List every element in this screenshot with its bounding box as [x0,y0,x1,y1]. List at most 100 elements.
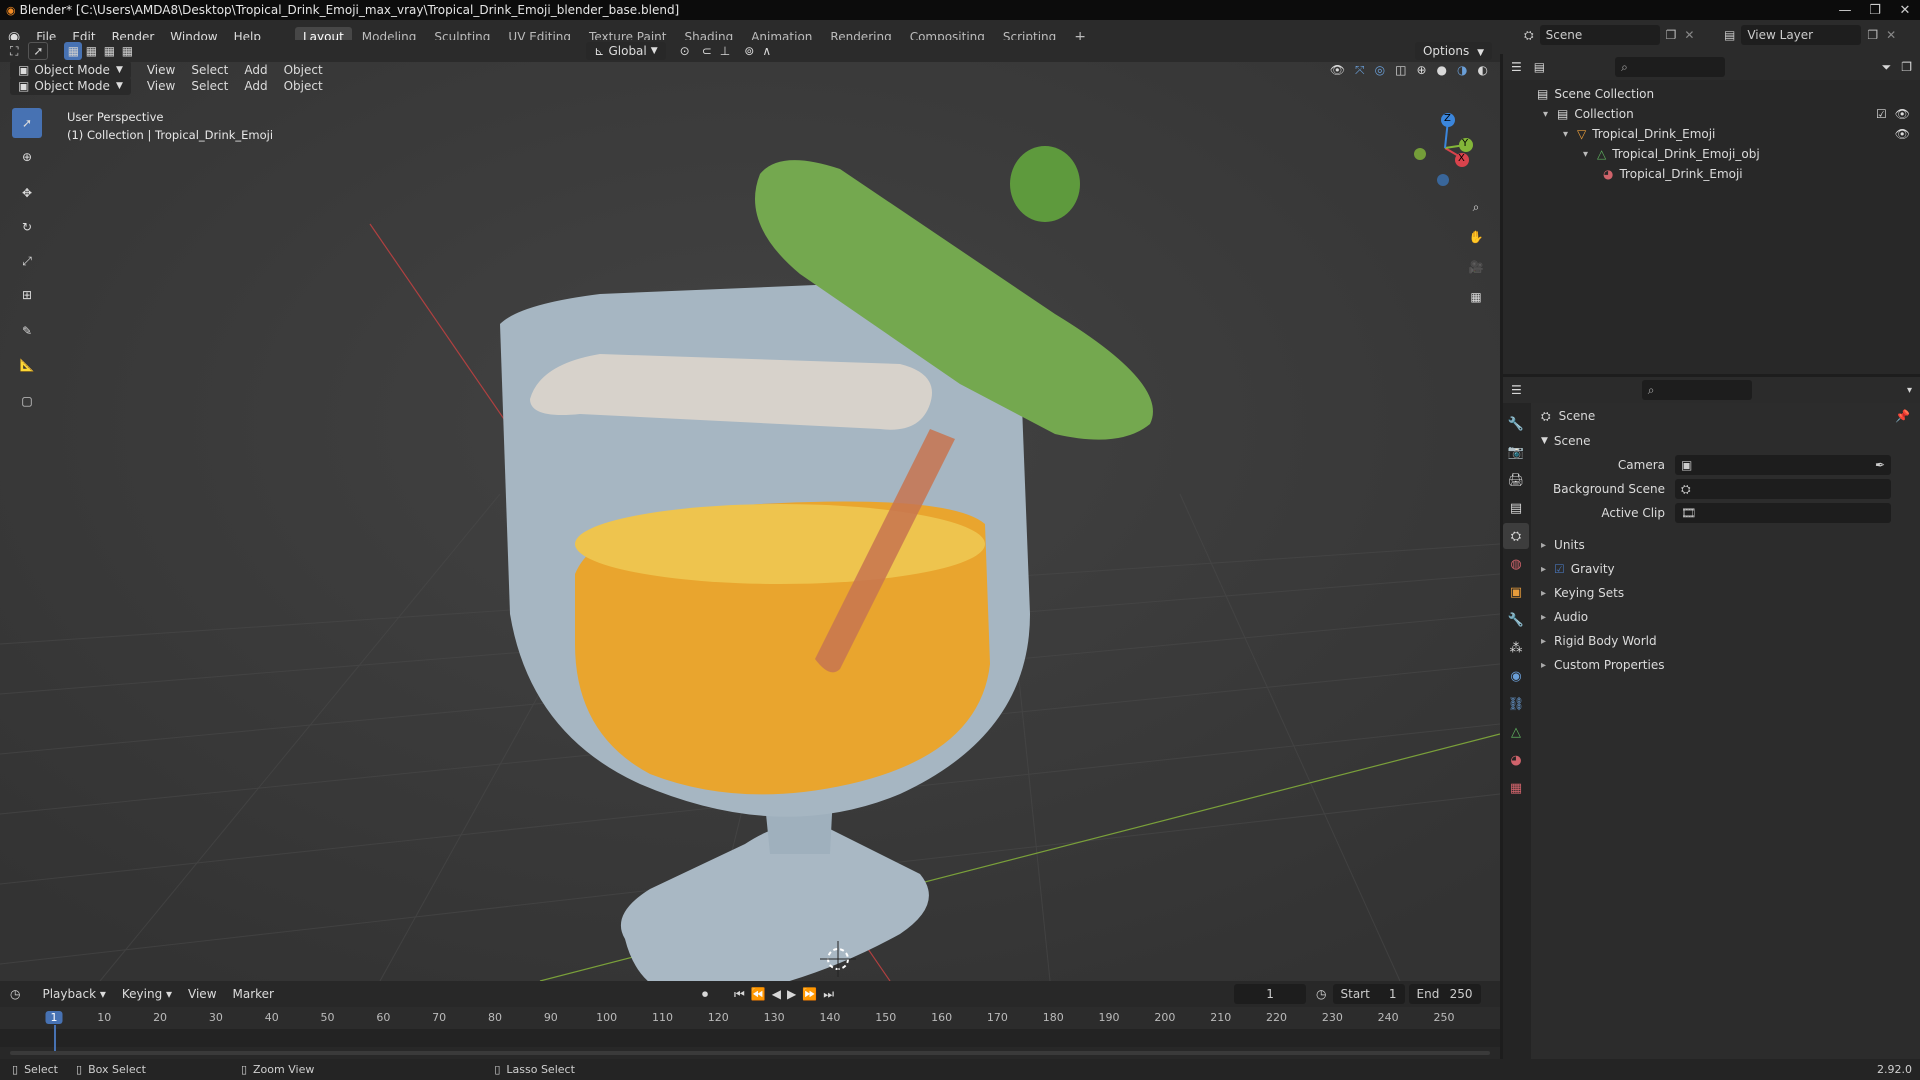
scene-selector[interactable]: ⛭ Scene ❐ ✕ [1524,24,1709,46]
falloff-icon[interactable]: ∧ [762,44,771,58]
view-layer-tab-icon[interactable]: ▤ [1503,495,1529,521]
expand-toggle-icon[interactable]: ▾ [1583,149,1597,160]
annotate-tool[interactable]: ✎ [12,316,42,346]
scale-tool[interactable]: ⤢ [12,246,42,276]
add-cube-tool[interactable]: ▢ [12,386,42,416]
timeline-view-menu[interactable]: View [180,987,224,1001]
render-tab-icon[interactable]: 📷 [1503,439,1529,465]
panel-header[interactable]: ▸ Rigid Body World [1535,629,1920,653]
select-new-icon[interactable]: ▦ [64,42,83,60]
view-layer-selector[interactable]: ▤ View Layer ❐ ✕ [1724,24,1914,46]
cursor-tool[interactable]: ⊕ [12,142,42,172]
panel-header[interactable]: ▸ Keying Sets [1535,581,1920,605]
world-tab-icon[interactable]: ◍ [1503,551,1529,577]
scene-name-field[interactable]: Scene [1539,25,1660,45]
options-dropdown[interactable]: Options ▼ [1414,42,1492,60]
select-extend-icon[interactable]: ▦ [82,42,100,60]
tool-tab-icon[interactable]: 🔧 [1503,411,1529,437]
playhead[interactable] [54,1025,56,1051]
timeline[interactable]: ◷ Playback ▾ Keying ▾ View Marker ⏺ ⏮ ⏪ … [0,981,1500,1059]
modifier-tab-icon[interactable]: 🔧 [1503,607,1529,633]
timeline-scrollbar[interactable] [10,1051,1490,1055]
properties-editor-icon[interactable]: ☰ [1511,383,1522,397]
end-frame-field[interactable]: End 250 [1408,984,1481,1004]
panel-header[interactable]: ▸ Units [1535,533,1920,557]
play-icon[interactable]: ▶ [787,987,796,1001]
select-box-tool[interactable]: ➚ [12,108,42,138]
output-tab-icon[interactable]: 🖨 [1503,467,1529,493]
view-menu[interactable]: View [139,79,183,93]
clock-preview-icon[interactable]: ◷ [1316,987,1326,1001]
editor-type-icon[interactable]: ⛶ [10,44,18,59]
physics-tab-icon[interactable]: ◉ [1503,663,1529,689]
rotate-tool[interactable]: ↻ [12,212,42,242]
3d-viewport[interactable] [0,54,1500,981]
expand-toggle-icon[interactable]: ▾ [1543,109,1557,120]
select-invert-icon[interactable]: ▦ [118,42,136,60]
move-tool[interactable]: ✥ [12,178,42,208]
camera-view-icon[interactable]: 🎥 [1463,254,1489,280]
scene-tab-icon[interactable]: ⛭ [1503,523,1529,549]
property-field-input[interactable]: ⛭ [1675,479,1891,499]
jump-start-icon[interactable]: ⏮ [734,987,745,1002]
outliner-search-input[interactable]: ⌕ [1615,57,1726,77]
chevron-down-icon[interactable]: ▾ [1907,385,1912,396]
select-subtract-icon[interactable]: ▦ [100,42,118,60]
close-button[interactable]: ✕ [1890,3,1920,18]
pan-hand-icon[interactable]: ✋ [1463,224,1489,250]
particles-tab-icon[interactable]: ⁂ [1503,635,1529,661]
zoom-icon[interactable]: ⌕ [1463,194,1489,220]
data-tab-icon[interactable]: △ [1503,719,1529,745]
pivot-point-icon[interactable]: ⊙ [680,44,690,58]
clock-icon[interactable]: ◷ [10,987,20,1001]
texture-tab-icon[interactable]: ▦ [1503,775,1529,801]
constraints-tab-icon[interactable]: ⛓ [1503,691,1529,717]
measure-tool[interactable]: 📐 [12,350,42,380]
snap-toggle-icon[interactable]: ⊂ [702,44,712,58]
panel-header[interactable]: ▸ Audio [1535,605,1920,629]
visibility-eye-icon[interactable]: 👁 [1895,107,1910,121]
object-mode-selector[interactable]: ▣ Object Mode ▼ [10,77,131,95]
new-scene-icon[interactable]: ❐ [1666,28,1677,42]
keying-menu[interactable]: Keying ▾ [114,987,180,1001]
select-tool-icon[interactable]: ➚ [28,42,49,60]
pin-icon[interactable]: 📌 [1895,409,1910,423]
proportional-edit-icon[interactable]: ⊚ [744,44,754,58]
property-field-input[interactable]: 🎞 [1675,503,1891,523]
play-reverse-icon[interactable]: ◀ [772,987,781,1001]
navigation-gizmo[interactable]: X Y Z [1405,108,1485,188]
maximize-button[interactable]: ❐ [1860,3,1890,18]
panel-checkbox[interactable]: ☑ [1554,562,1565,576]
new-collection-icon[interactable]: ❐ [1901,60,1912,74]
display-mode-icon[interactable]: ▤ [1534,60,1545,74]
panel-header[interactable]: ▸ Custom Properties [1535,653,1920,677]
object-tab-icon[interactable]: ▣ [1503,579,1529,605]
property-field-input[interactable]: ▣ ✒ [1675,455,1891,475]
exclude-checkbox[interactable]: ☑ [1876,107,1887,121]
eyedropper-icon[interactable]: ✒ [1875,458,1885,472]
outliner-item[interactable]: ▤ Scene Collection [1503,84,1920,104]
select-menu[interactable]: Select [183,79,236,93]
view-layer-name-field[interactable]: View Layer [1741,25,1862,45]
expand-toggle-icon[interactable]: ▾ [1563,129,1577,140]
filter-icon[interactable]: ⏷ [1882,60,1892,75]
new-view-layer-icon[interactable]: ❐ [1867,28,1878,42]
minimize-button[interactable]: — [1830,3,1860,18]
delete-view-layer-icon[interactable]: ✕ [1886,28,1896,42]
visibility-eye-icon[interactable]: 👁 [1895,127,1910,141]
transform-tool[interactable]: ⊞ [12,280,42,310]
ortho-grid-icon[interactable]: ▦ [1463,284,1489,310]
panel-header[interactable]: ▸ ☑ Gravity [1535,557,1920,581]
transform-orientation-dropdown[interactable]: ⊾ Global ▼ [586,42,666,60]
snap-target-icon[interactable]: ⊥ [720,44,730,58]
outliner-item[interactable]: ▾ ▽ Tropical_Drink_Emoji 👁 [1503,124,1920,144]
outliner-item[interactable]: ◕ Tropical_Drink_Emoji [1503,164,1920,184]
outliner-editor-icon[interactable]: ☰ [1511,60,1522,74]
properties-search-input[interactable]: ⌕ [1641,380,1752,400]
outliner-item[interactable]: ▾ ▤ Collection ☑ 👁 [1503,104,1920,124]
record-icon[interactable]: ⏺ [702,987,708,1002]
frame-ruler[interactable]: 1 10 20 30 40 50 60 70 80 90 100 110 120 130 140 150 160… [0,1007,1500,1051]
object-menu[interactable]: Object [276,79,331,93]
jump-end-icon[interactable]: ⏭ [823,987,834,1002]
start-frame-field[interactable]: Start 1 [1332,984,1405,1004]
